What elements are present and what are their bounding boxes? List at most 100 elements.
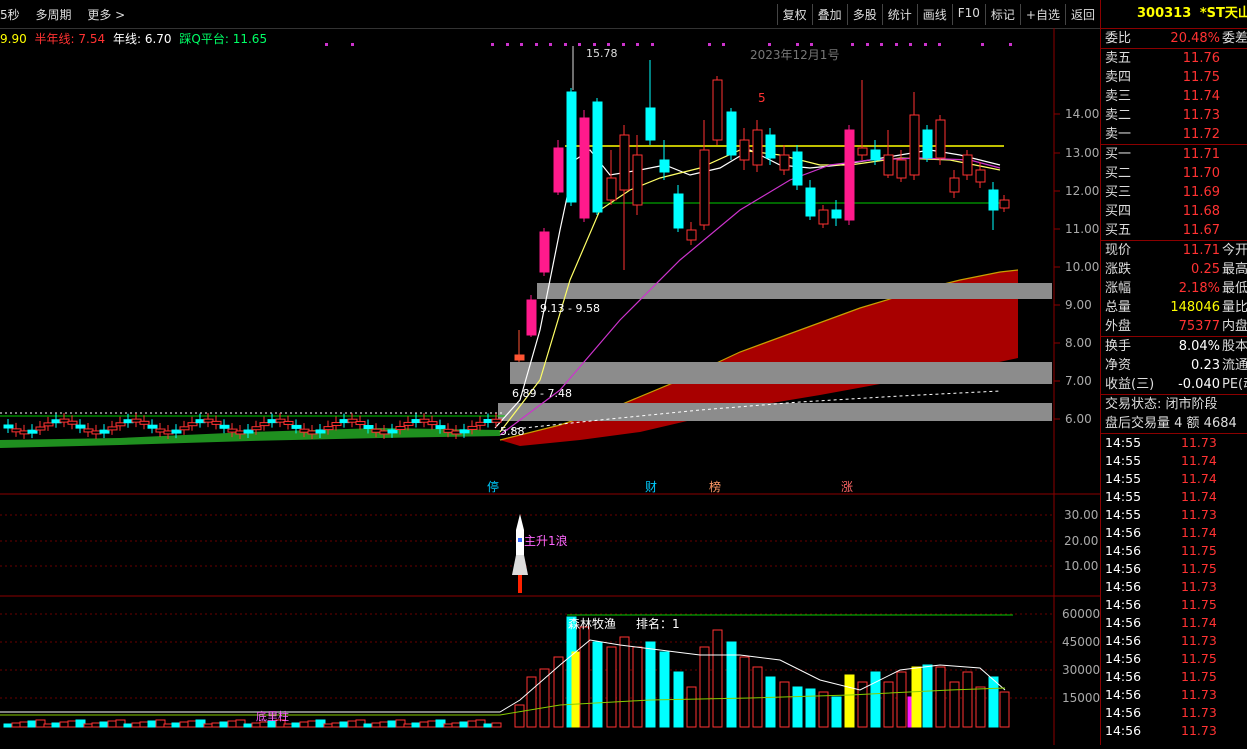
candle-body xyxy=(75,424,86,429)
candle-body xyxy=(539,231,550,273)
ask-list: 卖五 11.76 卖四 11.75 卖三 11.74 卖二 11.73 卖一 11.72 xyxy=(1101,48,1247,144)
y-tick-label: 13.00 xyxy=(1065,146,1099,160)
stock-code: 300313 xyxy=(1137,6,1192,21)
high-label: 15.78 xyxy=(586,47,618,60)
signal-dot xyxy=(768,43,771,46)
platform-bar xyxy=(537,283,1052,299)
tick-row: 14:55 11.74 xyxy=(1101,470,1247,488)
candle-body xyxy=(566,91,577,203)
rocket-icon xyxy=(512,514,528,593)
candle-body xyxy=(805,187,816,217)
volume-bar xyxy=(539,668,550,728)
y-tick-label: 14.00 xyxy=(1065,107,1099,121)
stock-name: *ST天山 xyxy=(1199,6,1247,21)
draw-line-button[interactable]: 画线 xyxy=(916,4,952,25)
marker-finance: 财 xyxy=(645,480,657,494)
candle-body xyxy=(387,429,398,434)
volume-bar xyxy=(491,722,502,728)
candle-body xyxy=(315,429,326,434)
volume-bar xyxy=(699,646,710,728)
add-watchlist-button[interactable]: +自选 xyxy=(1019,4,1065,25)
stat-row: 换手 8.04% 股本 xyxy=(1105,339,1247,354)
tick-time: 14:56 xyxy=(1105,543,1142,558)
candle-body xyxy=(459,429,470,434)
volume-bar xyxy=(592,641,603,728)
candle-body xyxy=(251,426,262,431)
signal-dot xyxy=(351,43,354,46)
mid-label: 主升1浪 xyxy=(524,533,568,548)
tick-time: 14:56 xyxy=(1105,651,1142,666)
tick-time: 14:56 xyxy=(1105,615,1142,630)
mid-tick-30: 30.00 xyxy=(1064,508,1098,522)
mark-button[interactable]: 标记 xyxy=(984,4,1020,25)
tick-row: 14:56 11.75 xyxy=(1101,560,1247,578)
tick-time: 14:56 xyxy=(1105,525,1142,540)
tick-time: 14:56 xyxy=(1105,705,1142,720)
candle-body xyxy=(107,426,118,431)
candle-body xyxy=(323,426,334,431)
overlay-button[interactable]: 叠加 xyxy=(811,4,847,25)
vol-label: 森林牧渔 xyxy=(568,616,616,631)
multi-period[interactable]: 多周期 xyxy=(35,8,71,22)
y-tick-label: 8.00 xyxy=(1065,336,1092,350)
volume-bar xyxy=(844,674,855,728)
candle-body xyxy=(935,119,946,159)
candle-body xyxy=(857,147,868,156)
tick-row: 14:56 11.73 xyxy=(1101,578,1247,596)
volume-bar xyxy=(831,696,842,728)
signal-dot xyxy=(325,43,328,46)
price-axis: 14.00 13.00 12.00 11.00 10.00 9.00 8.00 7.00 6.0… xyxy=(1054,107,1099,426)
y-tick-label: 10.00 xyxy=(1065,260,1099,274)
period-5s[interactable]: 5秒 xyxy=(0,8,20,22)
y-tick-label: 6.00 xyxy=(1065,412,1092,426)
candle-body xyxy=(171,429,182,434)
f10-button[interactable]: F10 xyxy=(951,4,985,25)
tick-time: 14:56 xyxy=(1105,579,1142,594)
stats-button[interactable]: 统计 xyxy=(881,4,917,25)
toolbar: 复权 叠加 多股 统计 画线 F10 标记 +自选 返回 xyxy=(776,4,1100,25)
volume-bar xyxy=(553,656,564,728)
period-menu: 5秒 多周期 更多 > xyxy=(0,6,137,23)
volume-bar xyxy=(526,676,537,728)
signal-dot xyxy=(880,43,883,46)
stat-row: 净资 0.23 流通 xyxy=(1105,358,1247,373)
tick-row: 14:55 11.73 xyxy=(1101,506,1247,524)
signal-dot xyxy=(796,43,799,46)
y-tick-label: 7.00 xyxy=(1065,374,1092,388)
signal-dot xyxy=(938,43,941,46)
platform-bar xyxy=(498,403,1052,421)
tick-time: 14:56 xyxy=(1105,561,1142,576)
candle-body xyxy=(988,189,999,211)
signal-dot xyxy=(535,43,538,46)
platform-bar xyxy=(510,362,1052,384)
candle-body xyxy=(752,129,763,166)
fuquan-button[interactable]: 复权 xyxy=(776,4,812,25)
tick-time: 14:56 xyxy=(1105,669,1142,684)
back-button[interactable]: 返回 xyxy=(1064,4,1100,25)
tick-row: 14:56 11.73 xyxy=(1101,704,1247,722)
ask-row: 卖三 11.74 xyxy=(1105,89,1220,104)
tick-price: 11.75 xyxy=(1181,669,1217,684)
signal-dot xyxy=(895,43,898,46)
volume-bar xyxy=(686,686,697,728)
tick-row: 14:56 11.73 xyxy=(1101,686,1247,704)
candle-body xyxy=(435,425,446,430)
multi-stock-button[interactable]: 多股 xyxy=(846,4,882,25)
signal-dot xyxy=(622,43,625,46)
candle-body xyxy=(870,149,881,161)
ask-row: 卖二 11.73 xyxy=(1105,108,1220,123)
volume-bar xyxy=(988,676,999,728)
candle-body xyxy=(67,420,78,425)
y-tick-label: 9.00 xyxy=(1065,298,1092,312)
tick-price: 11.73 xyxy=(1181,579,1217,594)
marker-list: 榜 xyxy=(709,479,721,494)
mid-tick-10: 10.00 xyxy=(1064,559,1098,573)
candle-body xyxy=(139,420,150,425)
tick-list[interactable]: 14:55 11.73 14:55 11.74 14:55 11.74 14:55 11.74… xyxy=(1101,433,1247,740)
tick-price: 11.75 xyxy=(1181,561,1217,576)
more-menu[interactable]: 更多 > xyxy=(87,8,125,22)
volume-bar xyxy=(712,629,723,728)
tick-price: 11.73 xyxy=(1181,507,1217,522)
wave-label: 5 xyxy=(758,91,766,105)
kline-chart[interactable]: 15.78 2023年12月1号 5 9.13 - 9.58 6.89 - 7.… xyxy=(0,28,1100,745)
